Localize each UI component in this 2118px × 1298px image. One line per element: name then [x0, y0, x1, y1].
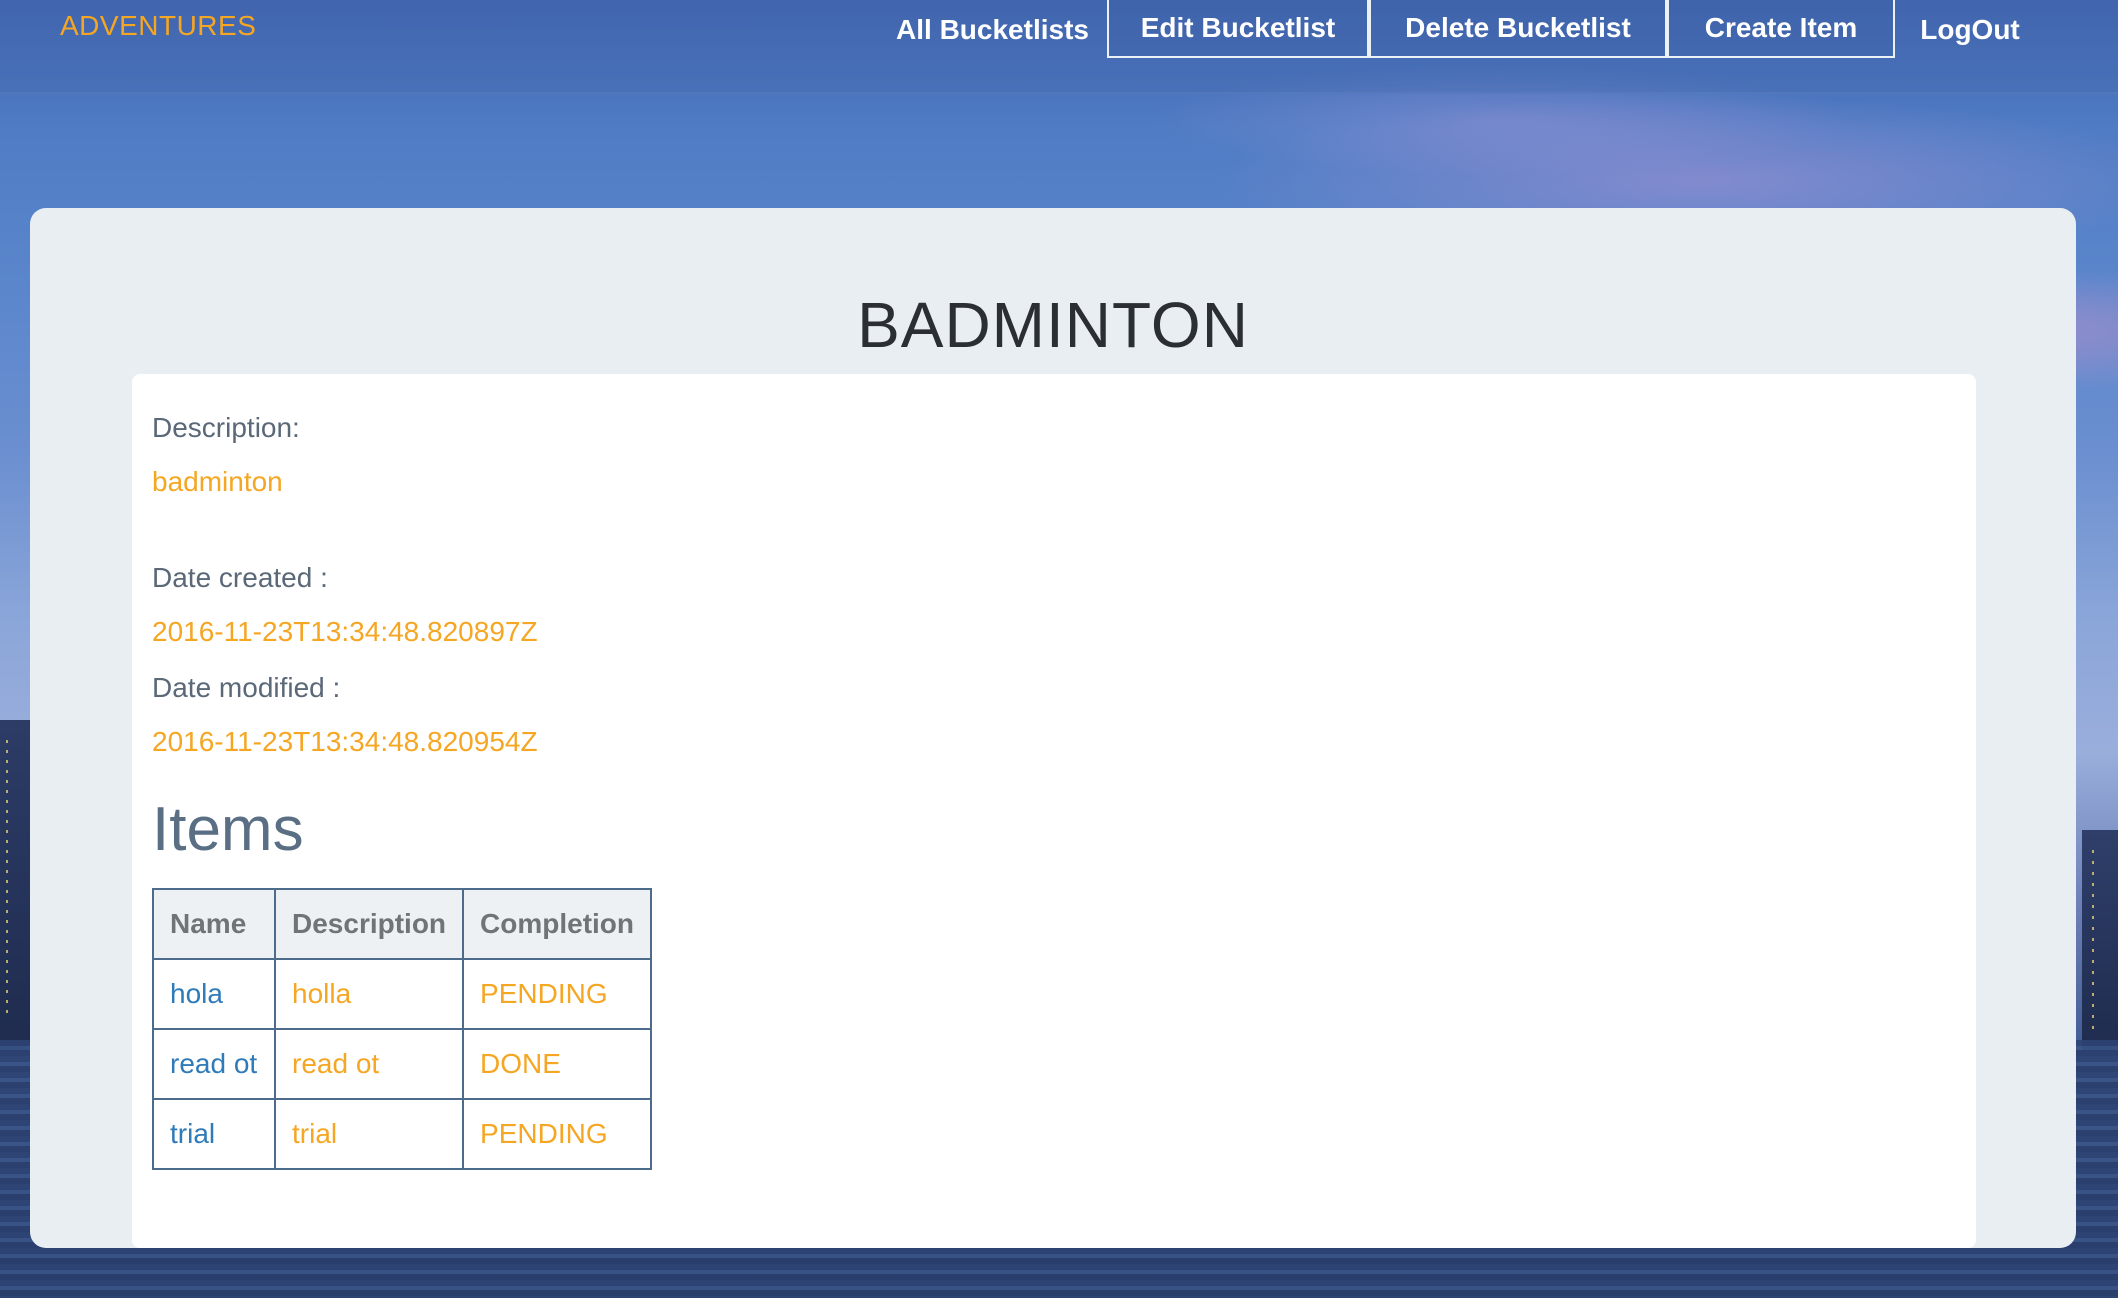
background-city-right — [2082, 830, 2118, 1050]
column-header-description: Description — [273, 888, 465, 960]
background-city-left — [0, 720, 32, 1050]
items-heading: Items — [152, 795, 304, 864]
item-name-cell[interactable]: hola — [152, 958, 276, 1030]
table-row[interactable]: read ot read ot DONE — [152, 1028, 653, 1100]
nav-delete-bucketlist-button[interactable]: Delete Bucketlist — [1369, 0, 1667, 58]
item-name-cell[interactable]: trial — [152, 1098, 276, 1170]
table-row[interactable]: trial trial PENDING — [152, 1098, 653, 1170]
date-modified-value: 2016-11-23T13:34:48.820954Z — [152, 726, 538, 757]
item-description-cell: holla — [273, 958, 465, 1030]
item-completion-cell: PENDING — [462, 958, 653, 1030]
nav-logout-link[interactable]: LogOut — [1900, 0, 2040, 58]
column-header-name: Name — [152, 888, 276, 960]
item-description-cell: trial — [273, 1098, 465, 1170]
nav-edit-bucketlist-button[interactable]: Edit Bucketlist — [1107, 0, 1369, 58]
table-header-row: Name Description Completion — [152, 888, 653, 960]
page-title: BADMINTON — [857, 289, 1249, 361]
items-table: Name Description Completion hola holla P… — [152, 888, 653, 1170]
bucketlist-panel: BADMINTON Description: badminton Date cr… — [30, 208, 2076, 1248]
description-value: badminton — [152, 466, 283, 497]
description-label: Description: — [152, 412, 300, 443]
nav-all-bucketlists[interactable]: All Bucketlists — [880, 0, 1105, 58]
column-header-completion: Completion — [462, 888, 653, 960]
date-created-value: 2016-11-23T13:34:48.820897Z — [152, 616, 538, 647]
top-navbar: ADVENTURES All Bucketlists Edit Bucketli… — [0, 0, 2118, 94]
bucketlist-details-card: Description: badminton Date created : 20… — [132, 374, 1976, 1248]
table-row[interactable]: hola holla PENDING — [152, 958, 653, 1030]
item-completion-cell: DONE — [462, 1028, 653, 1100]
item-completion-cell: PENDING — [462, 1098, 653, 1170]
date-modified-label: Date modified : — [152, 672, 341, 703]
item-name-cell[interactable]: read ot — [152, 1028, 276, 1100]
date-created-label: Date created : — [152, 562, 328, 593]
nav-create-item-button[interactable]: Create Item — [1667, 0, 1895, 58]
item-description-cell: read ot — [273, 1028, 465, 1100]
brand-link[interactable]: ADVENTURES — [60, 10, 256, 42]
